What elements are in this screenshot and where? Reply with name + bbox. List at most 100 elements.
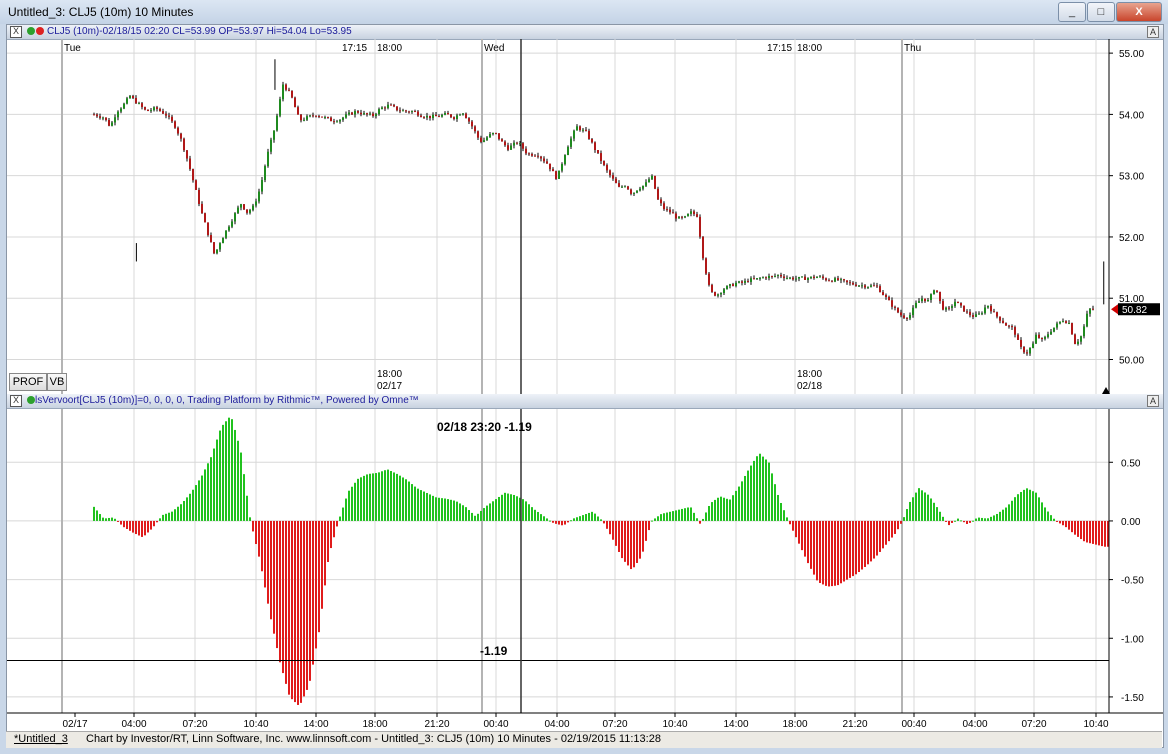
candle-body — [720, 292, 722, 295]
candle-body — [390, 104, 392, 106]
session-date-time: 18:00 — [377, 369, 402, 380]
histogram-bar — [318, 520, 320, 633]
time-tick-label: 14:00 — [723, 719, 748, 730]
bear-color-icon[interactable] — [36, 27, 44, 35]
candle-body — [813, 276, 815, 279]
histogram-bar — [447, 499, 449, 521]
candle-body — [540, 156, 542, 159]
histogram-bar — [141, 520, 143, 537]
candle-body — [573, 130, 575, 139]
candle-body — [465, 113, 467, 119]
maximize-button[interactable]: □ — [1087, 2, 1115, 22]
histogram-bar — [354, 482, 356, 521]
session-date-time: 18:00 — [797, 369, 822, 380]
title-bar[interactable]: Untitled_3: CLJ5 (10m) 10 Minutes _ □ X — [0, 0, 1168, 24]
candle-body — [972, 315, 974, 317]
histogram-bar — [693, 512, 695, 521]
candle-body — [1053, 327, 1055, 332]
time-tick-label: 07:20 — [1021, 719, 1046, 730]
histogram-bar — [207, 463, 209, 521]
histogram-bar — [627, 520, 629, 566]
candle-body — [225, 230, 227, 238]
candle-body — [411, 111, 413, 113]
autoscale-price-icon[interactable]: A — [1147, 26, 1159, 38]
histogram-bar — [1047, 511, 1049, 521]
close-indicator-icon[interactable]: X — [10, 395, 22, 407]
chart-tab[interactable]: *Untitled_3 — [14, 733, 68, 745]
histogram-bar — [252, 520, 254, 532]
candle-body — [330, 117, 332, 122]
session-date-label: 02/18 — [797, 381, 822, 392]
histogram-bar — [432, 495, 434, 521]
bull-color-icon[interactable] — [27, 27, 35, 35]
candle-body — [1038, 334, 1040, 338]
candle-body — [492, 132, 494, 135]
histogram-bar — [156, 520, 158, 523]
candle-body — [561, 164, 563, 171]
indicator-tick-label: 0.50 — [1121, 458, 1141, 469]
histogram-bar — [963, 520, 965, 523]
histogram-bar — [768, 462, 770, 521]
histogram-bar — [723, 497, 725, 521]
histogram-bar — [105, 518, 107, 521]
candle-body — [999, 316, 1001, 321]
candle-body — [789, 277, 791, 279]
indicator-pane-header[interactable]: X lsVervoort[CLJ5 (10m)]=0, 0, 0, 0, Tra… — [7, 394, 1163, 409]
minimize-button[interactable]: _ — [1058, 2, 1086, 22]
indicator-color-icon[interactable] — [27, 396, 35, 404]
candle-body — [930, 294, 932, 300]
candle-body — [429, 115, 431, 119]
time-tick-label: 10:40 — [243, 719, 268, 730]
candle-body — [450, 114, 452, 118]
candle-body — [840, 279, 842, 281]
histogram-bar — [492, 501, 494, 521]
histogram-bar — [1041, 502, 1043, 521]
histogram-bar — [1029, 489, 1031, 521]
candle-body — [642, 185, 644, 189]
histogram-bar — [576, 517, 578, 521]
candle-body — [636, 190, 638, 193]
histogram-bar — [606, 520, 608, 529]
vb-button[interactable]: VB — [47, 373, 67, 391]
autoscale-indicator-icon[interactable]: A — [1147, 395, 1159, 407]
histogram-bar — [312, 520, 314, 665]
candle-body — [177, 127, 179, 134]
price-pane-header[interactable]: X CLJ5 (10m)-02/18/15 02:20 CL=53.99 OP=… — [7, 25, 1163, 40]
histogram-bar — [780, 503, 782, 521]
histogram-bar — [549, 520, 551, 522]
histogram-bar — [900, 520, 902, 524]
candle-body — [801, 276, 803, 278]
candle-body — [915, 302, 917, 308]
candle-body — [681, 216, 683, 218]
histogram-bar — [1080, 520, 1082, 540]
close-pane-icon[interactable]: X — [10, 26, 22, 38]
candle-body — [129, 95, 131, 99]
time-tick-label: 00:40 — [901, 719, 926, 730]
histogram-bar — [735, 490, 737, 521]
candle-body — [195, 180, 197, 190]
candle-body — [630, 189, 632, 194]
candle-body — [279, 99, 281, 116]
histogram-bar — [462, 505, 464, 521]
price-chart[interactable]: 55.0054.0053.0052.0051.0050.00Tue Wed Thu1… — [7, 39, 1163, 394]
candle-body — [135, 97, 137, 104]
indicator-chart[interactable]: 0.50 0.00 -0.50 -1.00 -1.50 02/17 04:00 07:20 10… — [7, 409, 1163, 731]
histogram-bar — [732, 495, 734, 521]
histogram-bar — [273, 520, 275, 634]
day-label: Tue — [64, 43, 81, 54]
close-button[interactable]: X — [1116, 2, 1162, 22]
histogram-bar — [819, 520, 821, 583]
candle-body — [321, 116, 323, 118]
candle-body — [1056, 323, 1058, 328]
candle-body — [816, 276, 818, 279]
candle-body — [159, 108, 161, 111]
prof-button[interactable]: PROF — [9, 373, 47, 391]
histogram-bar — [747, 470, 749, 521]
histogram-bar — [423, 491, 425, 521]
candle-body — [198, 189, 200, 204]
candle-body — [372, 113, 374, 117]
histogram-bar — [564, 520, 566, 525]
candle-body — [267, 151, 269, 167]
histogram-bar — [486, 505, 488, 521]
candle-body — [744, 280, 746, 283]
